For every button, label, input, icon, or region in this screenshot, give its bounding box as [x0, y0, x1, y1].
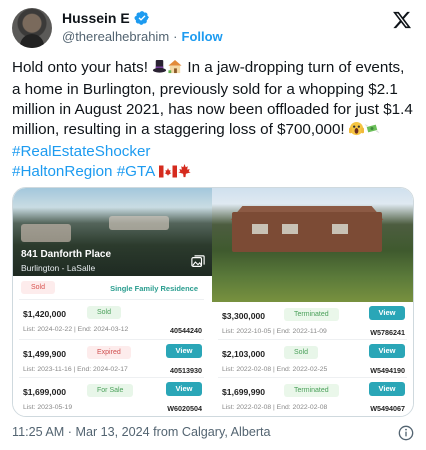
listing-dates: List: 2022-02-08 | End: 2022-02-08	[222, 404, 328, 411]
money-with-wings-icon	[364, 121, 380, 142]
gallery-icon[interactable]	[191, 255, 205, 269]
listing-dates: List: 2023-05-19	[23, 404, 73, 411]
listing-history-card-right[interactable]: $3,300,000 Terminated View List: 2022-10…	[212, 188, 413, 416]
listing-row: $1,499,900 Expired View List: 2023-11-16…	[19, 340, 205, 378]
listing-dates: List: 2023-11-16 | End: 2024-02-17	[23, 366, 128, 373]
view-button[interactable]: View	[166, 344, 203, 358]
tweet-text-part-1: Hold onto your hats!	[12, 59, 153, 76]
listing-mls: W5786241	[370, 328, 405, 337]
aerial-property-photo[interactable]: 841 Danforth Place Burlington - LaSalle	[13, 188, 213, 276]
tweet-timestamp[interactable]: 11:25 AM · Mar 13, 2024 from Calgary, Al…	[12, 425, 271, 439]
house-front-photo[interactable]	[212, 188, 413, 302]
listing-row: $1,699,000 For Sale View List: 2023-05-1…	[19, 378, 204, 416]
listing-row: $1,699,990 Terminated View List: 2022-02…	[218, 378, 407, 416]
top-hat-icon	[152, 59, 167, 80]
author-display-name[interactable]: Hussein E	[62, 10, 130, 26]
screaming-face-icon	[348, 121, 364, 142]
tweet-footer: 11:25 AM · Mar 13, 2024 from Calgary, Al…	[12, 425, 414, 443]
hashtag-real-estate-shocker[interactable]: #RealEstateShocker	[12, 143, 150, 160]
listing-row: $3,300,000 Terminated View List: 2022-10…	[218, 302, 407, 340]
view-button[interactable]: View	[369, 306, 405, 320]
listing-status-badge: Terminated	[284, 384, 339, 397]
listing-mls: W5494067	[370, 404, 405, 413]
maple-leaf-icon	[177, 163, 192, 184]
tweet-text: Hold onto your hats! In a jaw-dropping t…	[12, 58, 414, 184]
listing-dates: List: 2024-02-22 | End: 2024-03-12	[23, 326, 129, 333]
listing-status-badge: Terminated	[284, 308, 339, 321]
listing-row: $2,103,000 Sold View List: 2022-02-08 | …	[218, 340, 407, 378]
listing-price: $1,699,990	[222, 387, 266, 397]
listing-mls: 40513930	[170, 366, 203, 375]
hashtag-gta[interactable]: #GTA	[117, 163, 155, 180]
verified-badge-icon	[134, 11, 149, 25]
listing-price: $1,499,900	[23, 349, 67, 359]
tweet-media[interactable]: 841 Danforth Place Burlington - LaSalle …	[12, 187, 414, 417]
info-icon[interactable]	[398, 425, 414, 441]
view-button[interactable]: View	[369, 344, 405, 358]
listing-status-badge: Sold	[284, 346, 319, 359]
status-row: Sold Single Family Residence	[19, 276, 205, 300]
listing-mls: 40544240	[170, 326, 203, 335]
author-handle-row: @therealhebrahim · Follow	[62, 29, 223, 44]
listing-price: $3,300,000	[222, 311, 266, 321]
property-area: Burlington - LaSalle	[21, 263, 96, 273]
canada-flag-icon	[158, 164, 177, 184]
listing-price: $1,420,000	[23, 309, 67, 319]
property-address: 841 Danforth Place	[21, 249, 112, 260]
listing-status-badge: Sold	[87, 306, 122, 319]
avatar[interactable]	[12, 8, 52, 48]
author-handle[interactable]: @therealhebrahim	[62, 29, 169, 44]
status-badge: Sold	[21, 281, 56, 294]
property-type: Single Family Residence	[110, 284, 199, 293]
listing-dates: List: 2022-02-08 | End: 2022-02-25	[222, 366, 328, 373]
listing-dates: List: 2022-10-05 | End: 2022-11-09	[222, 328, 327, 335]
listing-price: $1,699,000	[23, 387, 67, 397]
listing-status-badge: For Sale	[87, 384, 134, 397]
listing-row: $1,420,000 Sold List: 2024-02-22 | End: …	[19, 300, 205, 340]
follow-button[interactable]: Follow	[182, 29, 223, 44]
hashtag-halton-region[interactable]: #HaltonRegion	[12, 163, 112, 180]
listing-history-card-left[interactable]: 841 Danforth Place Burlington - LaSalle …	[13, 188, 213, 416]
listing-mls: W6020504	[167, 404, 203, 413]
tweet-header: Hussein E @therealhebrahim · Follow	[12, 8, 414, 48]
author-name-row: Hussein E	[62, 10, 150, 26]
view-button[interactable]: View	[369, 382, 405, 396]
view-button[interactable]: View	[166, 382, 203, 396]
x-logo-icon[interactable]	[392, 10, 412, 30]
house-icon	[167, 59, 183, 80]
listing-mls: W5494190	[370, 366, 405, 375]
listing-status-badge: Expired	[87, 346, 131, 359]
listing-price: $2,103,000	[222, 349, 266, 359]
